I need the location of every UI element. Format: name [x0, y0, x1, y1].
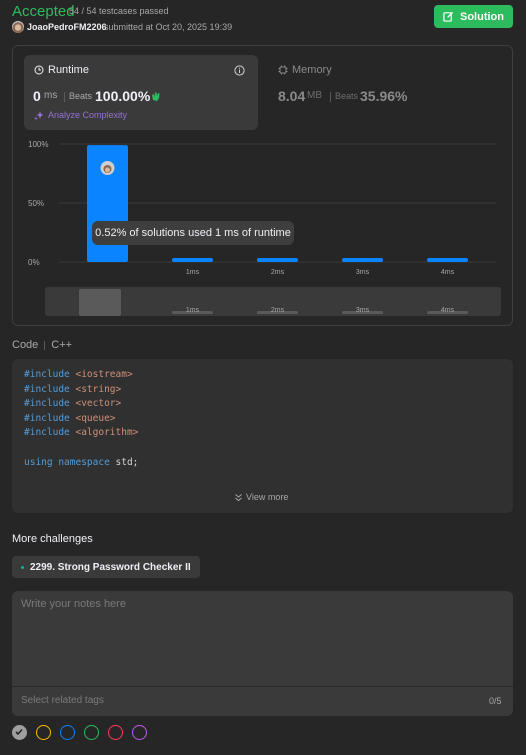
divider	[330, 92, 331, 102]
code-keyword: #include	[24, 398, 70, 410]
code-line: #include <algorithm>	[24, 426, 138, 441]
runtime-title-label: Runtime	[48, 64, 89, 76]
mini-x-label: 4ms	[441, 307, 455, 314]
range-brush-handle[interactable]	[79, 289, 121, 316]
memory-unit: MB	[307, 90, 322, 101]
divider	[12, 686, 513, 687]
y-tick-label: 100%	[28, 140, 48, 149]
code-text: <vector>	[69, 398, 122, 410]
x-tick-label: 2ms	[271, 269, 285, 276]
code-text: <queue>	[69, 412, 116, 424]
double-chevron-down-icon	[235, 493, 242, 501]
divider	[64, 92, 65, 102]
code-line: #include <queue>	[24, 412, 138, 427]
mini-x-label: 3ms	[356, 307, 370, 314]
avatar[interactable]	[12, 21, 24, 33]
username-link[interactable]: JoaoPedroFM2206	[27, 22, 107, 32]
divider	[44, 340, 46, 350]
color-swatch[interactable]	[108, 725, 123, 740]
submitted-at: submitted at Oct 20, 2025 19:39	[104, 22, 233, 32]
solution-button-label: Solution	[460, 10, 504, 23]
runtime-title: Runtime	[34, 64, 89, 76]
code-label: Code	[12, 339, 39, 351]
memory-beats-label: Beats	[335, 91, 359, 101]
color-swatch[interactable]	[60, 725, 75, 740]
clap-icon	[152, 92, 160, 101]
code-language: C++	[51, 339, 73, 351]
code-text: <algorithm>	[69, 427, 139, 439]
x-tick-label: 3ms	[356, 269, 370, 276]
color-swatch[interactable]	[84, 725, 99, 740]
code-text: std;	[109, 456, 139, 468]
y-tick-label: 0%	[28, 258, 40, 267]
y-tick-label: 50%	[28, 199, 44, 208]
chart-bar[interactable]	[427, 258, 468, 262]
view-more-button[interactable]: View more	[234, 492, 288, 502]
runtime-beats-label: Beats	[69, 91, 93, 101]
color-swatch[interactable]	[36, 725, 51, 740]
sparkle-icon	[34, 111, 44, 120]
mini-x-label: 2ms	[271, 307, 285, 314]
code-keyword: #include	[24, 383, 70, 395]
code-lines: #include <iostream> #include <string> #inc…	[24, 368, 138, 470]
tags-count: 0/5	[489, 696, 502, 706]
runtime-value: 0	[33, 88, 41, 104]
info-icon[interactable]	[234, 65, 245, 76]
code-line: #include <string>	[24, 383, 138, 398]
code-keyword: #include	[24, 369, 70, 380]
memory-beats-value: 35.96%	[360, 88, 408, 104]
memory-tab[interactable]: Memory	[278, 64, 332, 76]
chart-bar[interactable]	[172, 258, 213, 262]
color-swatch[interactable]	[12, 725, 27, 740]
difficulty-dot-icon	[21, 565, 24, 569]
code-header: Code C++	[12, 339, 72, 351]
x-tick-label: 1ms	[186, 269, 200, 276]
memory-value: 8.04	[278, 88, 306, 104]
status-accepted: Accepted	[12, 3, 75, 20]
code-text: <string>	[69, 383, 122, 395]
tags-select[interactable]: Select related tags	[21, 695, 104, 706]
testcases-passed: 54 / 54 testcases passed	[69, 6, 169, 16]
code-keyword: #include	[24, 427, 70, 439]
mini-x-label: 1ms	[186, 307, 200, 314]
chart-bar[interactable]	[257, 258, 298, 262]
code-keyword: #include	[24, 412, 70, 424]
color-swatch[interactable]	[132, 725, 147, 740]
chart-bar[interactable]	[342, 258, 383, 262]
runtime-beats-value: 100.00%	[95, 88, 151, 104]
code-line: #include <iostream>	[24, 368, 138, 383]
code-text: <iostream>	[69, 369, 133, 380]
challenge-chip[interactable]: 2299. Strong Password Checker II	[12, 556, 200, 578]
runtime-unit: ms	[44, 90, 58, 101]
chip-icon	[278, 65, 288, 75]
notes-placeholder: Write your notes here	[21, 598, 126, 610]
avatar-marker-face	[105, 167, 110, 173]
clock-icon	[34, 65, 44, 75]
code-line: #include <vector>	[24, 397, 138, 412]
analyze-complexity-label: Analyze Complexity	[48, 110, 128, 120]
chart-tooltip: 0.52% of solutions used 1 ms of runtime	[92, 221, 294, 245]
memory-title-label: Memory	[292, 64, 332, 76]
view-more-label: View more	[246, 492, 289, 502]
more-challenges-title: More challenges	[12, 533, 93, 545]
code-line: using namespace std;	[24, 456, 138, 471]
check-icon	[15, 728, 23, 736]
x-tick-label: 4ms	[441, 269, 455, 276]
solution-button[interactable]: Solution	[434, 5, 513, 28]
code-keyword: using namespace	[24, 456, 110, 468]
challenge-chip-label: 2299. Strong Password Checker II	[30, 561, 191, 573]
analyze-complexity-link[interactable]: Analyze Complexity	[34, 110, 127, 120]
edit-icon	[443, 11, 454, 22]
